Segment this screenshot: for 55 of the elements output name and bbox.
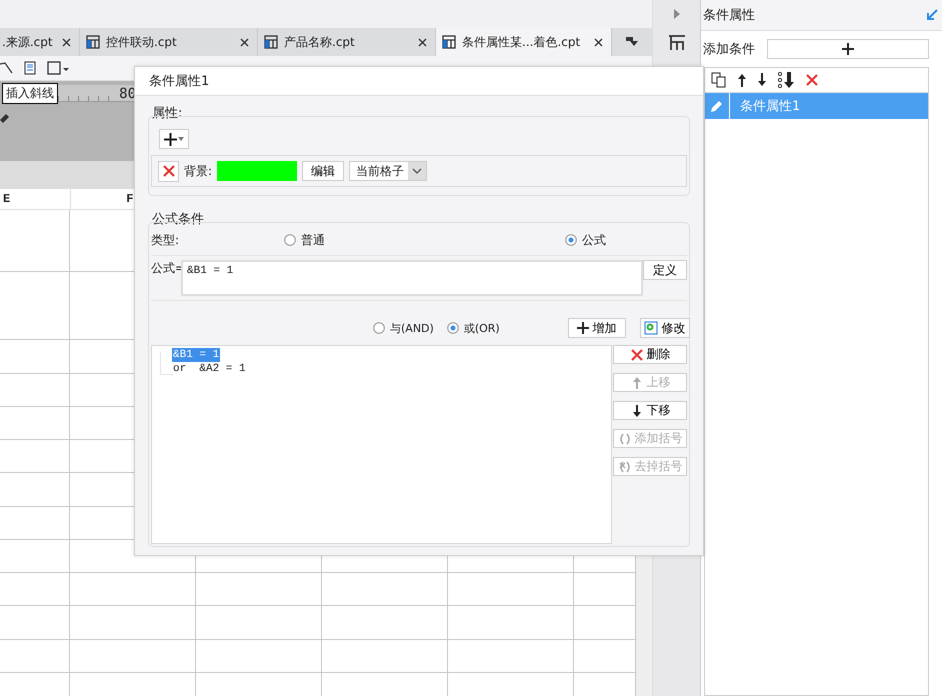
radio-button[interactable] <box>373 322 385 334</box>
column-header: E <box>3 192 10 206</box>
panel-title: 条件属性 <box>703 7 755 24</box>
action-button[interactable]: 删除 <box>613 345 687 364</box>
border-icon[interactable] <box>46 60 70 76</box>
condition-item[interactable]: or &A2 = 1 <box>172 362 247 376</box>
slash-line-icon[interactable] <box>0 61 14 75</box>
radio-label[interactable]: 公式 <box>582 232 606 248</box>
move-down-icon[interactable] <box>757 73 767 87</box>
close-icon[interactable] <box>62 38 71 46</box>
chevron-down-icon <box>412 168 422 174</box>
modify-button[interactable]: 修改 <box>640 318 690 338</box>
scope-dropdown[interactable]: 当前格子 <box>349 161 428 181</box>
add-condition-label: 添加条件 <box>703 41 755 58</box>
file-tab[interactable]: 条件属性某...着色.cpt <box>436 28 612 56</box>
close-icon[interactable] <box>418 38 427 46</box>
dialog-title: 条件属性1 <box>135 67 703 96</box>
define-button[interactable]: 定义 <box>643 260 687 280</box>
radio-button[interactable] <box>284 234 296 246</box>
tab-menu-icon[interactable] <box>625 36 639 48</box>
add-property-button[interactable] <box>159 129 189 149</box>
cell-properties-icon[interactable] <box>668 35 686 51</box>
pencil-icon <box>710 99 724 113</box>
close-icon[interactable] <box>594 38 603 46</box>
column-header: F <box>126 192 134 206</box>
document-icon[interactable] <box>24 61 36 75</box>
parentheses-remove-icon <box>618 460 632 474</box>
radio-label[interactable]: 普通 <box>301 232 326 248</box>
color-swatch[interactable] <box>217 161 298 181</box>
move-to-bottom-icon[interactable] <box>777 72 795 88</box>
radio-button[interactable] <box>446 322 459 334</box>
add-button[interactable]: 增加 <box>568 318 626 338</box>
caret-icon <box>178 137 184 141</box>
move-up-icon[interactable] <box>737 73 747 87</box>
delete-icon <box>805 73 819 87</box>
action-button[interactable]: 下移 <box>613 401 687 420</box>
close-icon[interactable] <box>240 38 249 46</box>
remove-property-button[interactable] <box>158 160 179 182</box>
property-label: 背景: <box>184 162 212 180</box>
copy-icon[interactable] <box>711 72 727 88</box>
tooltip: 插入斜线 <box>2 83 58 104</box>
radio-label[interactable]: 或(OR) <box>464 320 500 336</box>
plus-icon <box>842 43 854 55</box>
radio-button[interactable] <box>565 234 578 246</box>
plus-icon <box>576 322 589 334</box>
type-label: 类型: <box>151 232 180 248</box>
delete-icon <box>162 164 176 178</box>
radio-label[interactable]: 与(AND) <box>390 320 434 336</box>
parentheses-icon <box>618 432 632 446</box>
expand-icon[interactable] <box>674 9 680 19</box>
edit-button[interactable]: 编辑 <box>302 161 344 181</box>
plus-icon <box>164 132 177 146</box>
delete-icon <box>630 348 644 362</box>
formula-field[interactable]: &B1 = 1 <box>181 260 643 296</box>
collapse-icon[interactable] <box>926 9 938 21</box>
